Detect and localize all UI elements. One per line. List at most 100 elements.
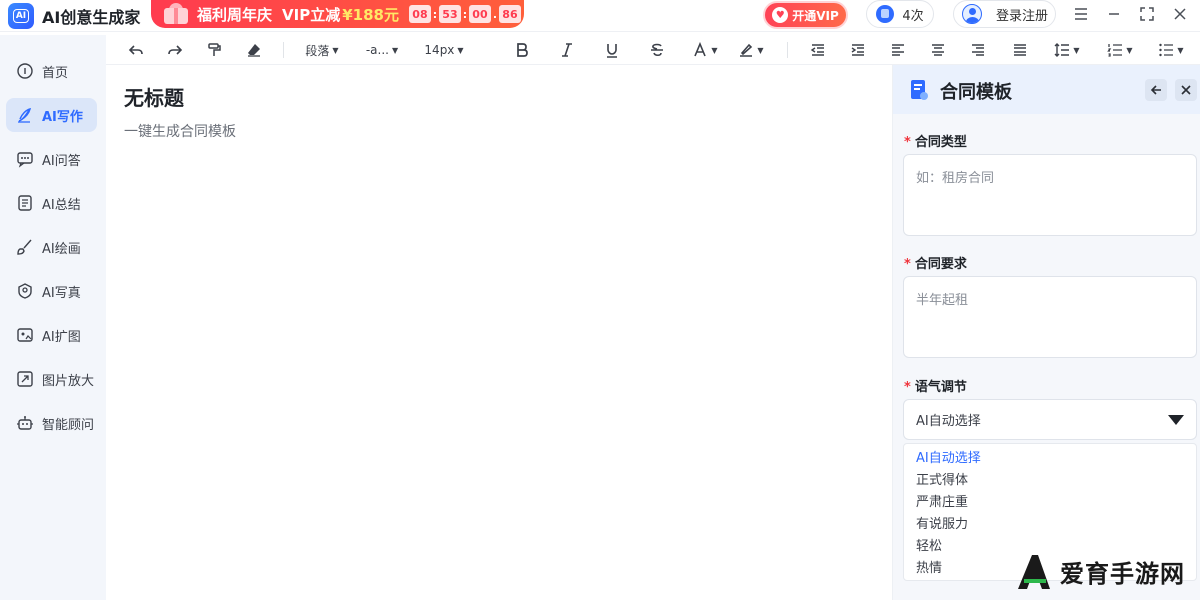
watermark-text: 爱育手游网 <box>1060 559 1185 588</box>
app-title: AI创意生成家 <box>42 7 141 27</box>
font-color-icon[interactable]: ▼ <box>692 39 718 61</box>
sidebar-item-ai-expand[interactable]: AI扩图 <box>6 318 97 352</box>
sidebar: 首页 AI写作 AI问答 AI总结 AI绘画 AI写真 AI扩图 图片放大 智能… <box>0 35 106 600</box>
expand-image-icon <box>16 326 34 344</box>
countdown-hours: 08 <box>408 5 431 23</box>
contract-requirement-input[interactable]: 半年起租 <box>903 276 1197 358</box>
quota-count: 4次 <box>902 8 924 24</box>
caret-down-icon: ▼ <box>457 45 464 55</box>
format-painter-icon[interactable] <box>204 39 224 61</box>
required-marker: * <box>904 380 911 395</box>
countdown-timer: 08 : 53 : 00 . 86 <box>408 5 521 23</box>
portrait-icon <box>16 282 34 300</box>
eraser-icon[interactable] <box>244 39 264 61</box>
required-marker: * <box>904 257 911 272</box>
sidebar-item-ai-summary[interactable]: AI总结 <box>6 186 97 220</box>
tone-option[interactable]: AI自动选择 <box>904 448 1196 470</box>
toolbar-divider <box>283 42 284 58</box>
font-size-select[interactable]: 14px ▼ <box>422 39 466 61</box>
panel-header: 合同模板 <box>893 65 1200 114</box>
tone-option[interactable]: 严肃庄重 <box>904 492 1196 514</box>
caret-down-icon: ▼ <box>391 45 399 55</box>
indent-icon[interactable] <box>848 39 868 61</box>
pen-icon <box>16 106 34 124</box>
align-left-icon[interactable] <box>888 39 908 61</box>
tone-selected-value: AI自动选择 <box>916 414 981 429</box>
promo-text: 福利周年庆 <box>197 5 273 24</box>
sidebar-item-ai-painting[interactable]: AI绘画 <box>6 230 97 264</box>
watermark-logo-icon <box>1018 555 1050 589</box>
usage-quota-badge[interactable]: 4次 <box>866 0 934 28</box>
underline-icon[interactable] <box>602 39 622 61</box>
contract-requirement-label: * 合同要求 <box>904 257 967 272</box>
sidebar-item-ai-qa[interactable]: AI问答 <box>6 142 97 176</box>
highlight-color-icon[interactable]: ▼ <box>738 39 764 61</box>
sidebar-item-home[interactable]: 首页 <box>6 54 97 88</box>
close-panel-icon[interactable] <box>1175 79 1197 101</box>
caret-down-icon: ▼ <box>332 45 339 55</box>
dropdown-arrow-icon <box>1168 415 1184 425</box>
outdent-icon[interactable] <box>808 39 828 61</box>
contract-template-panel: 合同模板 *合同类型 *合同要求 半年起租 *语气调节 AI自动选择 AI自动选… <box>892 65 1200 600</box>
tone-label: * 语气调节 <box>904 380 967 395</box>
promo-price: ¥188元 <box>342 5 399 24</box>
italic-icon[interactable] <box>557 39 577 61</box>
promo-banner[interactable]: 福利周年庆 VIP立减 ¥188元 08 : 53 : 00 . 86 <box>151 0 524 28</box>
font-family-select[interactable]: -a... ▼ <box>362 39 402 61</box>
sidebar-item-ai-portrait[interactable]: AI写真 <box>6 274 97 308</box>
align-center-icon[interactable] <box>928 39 948 61</box>
redo-icon[interactable] <box>165 39 185 61</box>
menu-icon[interactable] <box>1067 0 1095 28</box>
sidebar-item-image-enlarge[interactable]: 图片放大 <box>6 362 97 396</box>
tone-option[interactable]: 正式得体 <box>904 470 1196 492</box>
contract-type-label: * 合同类型 <box>904 135 967 150</box>
sidebar-item-smart-advisor[interactable]: 智能顾问 <box>6 406 97 440</box>
bold-icon[interactable] <box>512 39 532 61</box>
vip-heart-icon: ♥ <box>772 7 789 23</box>
contract-template-icon <box>907 78 931 102</box>
paragraph-style-select[interactable]: 段落 ▼ <box>302 39 342 61</box>
cube-icon <box>876 5 895 23</box>
tone-select[interactable]: AI自动选择 <box>903 399 1197 440</box>
gift-icon <box>159 2 195 26</box>
panel-title: 合同模板 <box>940 82 1012 103</box>
brush-icon <box>16 238 34 256</box>
countdown-minutes: 53 <box>438 5 461 23</box>
enlarge-icon <box>16 370 34 388</box>
tone-option[interactable]: 有说服力 <box>904 514 1196 536</box>
back-arrow-icon[interactable] <box>1145 79 1167 101</box>
chat-icon <box>16 150 34 168</box>
toolbar-divider <box>787 42 788 58</box>
countdown-separator: : <box>462 7 468 21</box>
align-right-icon[interactable] <box>968 39 988 61</box>
sidebar-item-ai-writing[interactable]: AI写作 <box>6 98 97 132</box>
contract-type-input[interactable] <box>903 154 1197 236</box>
countdown-seconds: 00 <box>468 5 491 23</box>
editor-toolbar: 段落 ▼ -a... ▼ 14px ▼ ▼ ▼ ▼ ▼ ▼ <box>106 35 1200 65</box>
required-marker: * <box>904 135 911 150</box>
avatar-icon <box>962 4 982 24</box>
countdown-separator: . <box>492 7 498 21</box>
undo-icon[interactable] <box>126 39 146 61</box>
minimize-icon[interactable] <box>1100 0 1128 28</box>
open-vip-button[interactable]: ♥ 开通VIP <box>763 1 848 29</box>
line-height-icon[interactable]: ▼ <box>1052 39 1082 61</box>
close-window-icon[interactable] <box>1166 0 1194 28</box>
app-logo-icon: AI <box>8 2 34 29</box>
countdown-centiseconds: 86 <box>498 5 521 23</box>
login-register-button[interactable]: 登录注册 <box>953 0 1056 28</box>
robot-icon <box>16 414 34 432</box>
strikethrough-icon[interactable] <box>647 39 667 61</box>
document-title[interactable]: 无标题 <box>124 82 184 111</box>
ordered-list-icon[interactable]: ▼ <box>1105 39 1135 61</box>
bullet-list-icon[interactable]: ▼ <box>1156 39 1186 61</box>
justify-icon[interactable] <box>1010 39 1030 61</box>
app-logo[interactable]: AI AI创意生成家 <box>8 2 141 29</box>
watermark: 爱育手游网 <box>1014 548 1194 594</box>
countdown-separator: : <box>432 7 438 21</box>
document-icon <box>16 194 34 212</box>
home-icon <box>16 62 34 80</box>
document-body-text[interactable]: 一键生成合同模板 <box>124 121 236 141</box>
promo-vip-text: VIP立减 <box>282 5 341 24</box>
fullscreen-icon[interactable] <box>1133 0 1161 28</box>
